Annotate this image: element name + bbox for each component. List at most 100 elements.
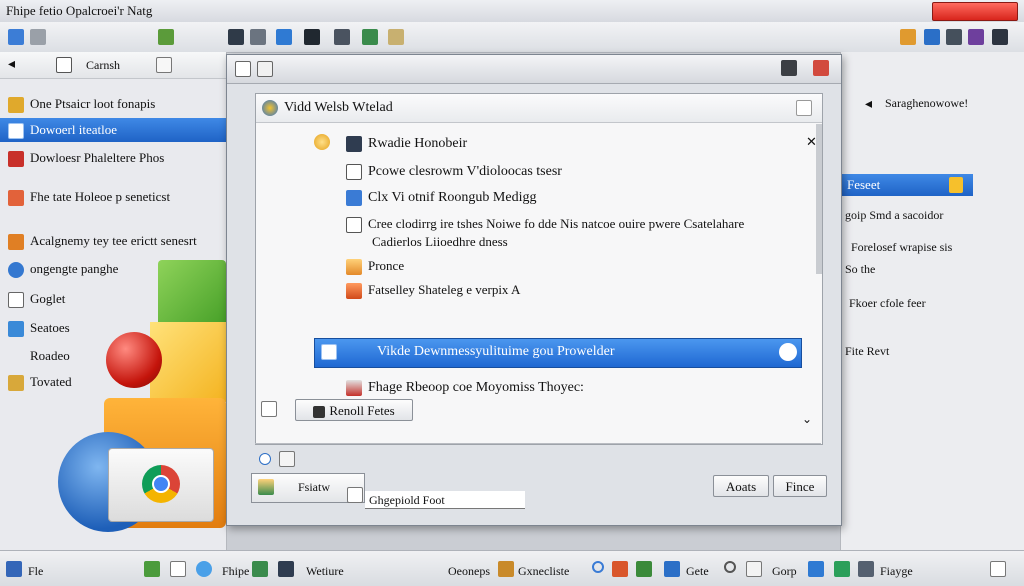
collapse-icon[interactable]: ◂ (865, 96, 872, 113)
right-pane-item-6[interactable]: Fite Revt (845, 344, 889, 359)
sidebar-item-label: Acalgnemy tey tee erictt senesrt (30, 233, 197, 248)
clock-icon[interactable] (724, 561, 736, 573)
right-pane-item-2[interactable]: goip Smd a sacoidor (845, 208, 943, 223)
taskbar-item-0[interactable]: Fhipe (222, 564, 249, 579)
taskbar-item-2[interactable]: Oeoneps (448, 564, 490, 579)
image-icon[interactable] (252, 561, 268, 577)
help-icon[interactable] (796, 100, 812, 116)
wizard-row-8[interactable]: Fhage Rbeoop coe Moyomiss Thoyec: (346, 380, 584, 396)
note-icon[interactable] (388, 29, 404, 45)
refresh-icon[interactable] (158, 29, 174, 45)
pen-icon[interactable] (498, 561, 514, 577)
power-icon[interactable] (992, 29, 1008, 45)
download-icon (321, 344, 337, 360)
row-label: Fhage Rbeoop coe Moyomiss Thoyec: (368, 380, 584, 396)
wizard-header: Vidd Welsb Wtelad (256, 94, 822, 123)
sidebar-item-3[interactable]: Fhe tate Holeoe p seneticst (0, 185, 226, 209)
document-icon[interactable] (990, 561, 1006, 577)
browse-icon[interactable] (347, 487, 363, 503)
chart-icon (8, 234, 24, 251)
document-icon (8, 292, 24, 309)
sidebar-item-4[interactable]: Acalgnemy tey tee erictt senesrt (0, 229, 226, 253)
spreadsheet-icon[interactable] (834, 561, 850, 577)
circle-icon[interactable] (592, 561, 604, 573)
folder-icon (346, 283, 362, 300)
back-icon[interactable]: ◂ (8, 56, 15, 73)
sidebar-toolbar: ◂ Carnsh (0, 52, 226, 79)
dialog-title-bar (227, 55, 841, 84)
settings-icon[interactable] (946, 29, 962, 45)
sidebar-item-label: Tovated (30, 374, 72, 389)
wizard-row-7[interactable]: Vikde Dewnmessyulituime gou Prowelder (314, 338, 802, 368)
row-label: Rwadie Honobeir (368, 136, 468, 152)
search-icon[interactable] (779, 343, 797, 361)
rename-files-button[interactable]: Renoll Fetes (295, 399, 413, 421)
taskbar-item-6[interactable]: Fiayge (880, 564, 913, 579)
browser-card-graphic (108, 448, 214, 522)
blank-icon (8, 349, 24, 365)
wizard-row-0[interactable]: Rwadie Honobeir (346, 136, 467, 152)
user-icon[interactable] (924, 29, 940, 45)
close-icon[interactable] (813, 60, 829, 76)
document-icon (346, 217, 362, 234)
profile-icon[interactable] (968, 29, 984, 45)
document-icon[interactable] (170, 561, 186, 577)
page-icon[interactable] (56, 57, 72, 73)
folder-icon[interactable] (30, 29, 46, 45)
start-label[interactable]: Fle (28, 564, 43, 579)
close-button[interactable] (932, 2, 1018, 21)
close-x-icon[interactable]: ✕ (806, 134, 817, 150)
folder-icon (346, 259, 362, 276)
right-pane-item-3[interactable]: Forelosef wrapise sis (851, 240, 952, 255)
document-icon[interactable] (250, 29, 266, 45)
windows-icon[interactable] (664, 561, 680, 577)
chevron-down-icon[interactable]: ⌄ (802, 412, 812, 427)
path-field[interactable]: Ghgepiold Foot (365, 491, 525, 509)
right-pane-item-5[interactable]: Fkoer cfole feer (849, 296, 926, 311)
start-icon[interactable] (6, 561, 22, 577)
radio-icon[interactable] (259, 453, 271, 465)
cloud-icon[interactable] (196, 561, 212, 577)
taskbar-item-4[interactable]: Gete (686, 564, 709, 579)
media-icon[interactable] (304, 29, 320, 45)
taskbar-item-3[interactable]: Gxnecliste (518, 564, 569, 579)
window-icon[interactable] (746, 561, 762, 577)
settings-icon (8, 321, 24, 338)
wizard-row-6[interactable]: Fatselley Shateleg e verpix A (346, 282, 520, 300)
right-pane: ◂ Saraghenowowe! Feseet goip Smd a sacoi… (840, 52, 1024, 550)
sidebar-item-1[interactable]: Dowoerl iteatloe (0, 118, 226, 142)
bookmark-icon[interactable] (156, 57, 172, 73)
cancel-button[interactable]: Aoats (713, 475, 769, 497)
toolbar-label: Carnsh (86, 58, 120, 72)
sidebar-item-0[interactable]: One Ptsaicr loot fonapis (0, 92, 226, 116)
sidebar-item-2[interactable]: Dowloesr Phaleltere Phos (0, 146, 226, 170)
image-icon[interactable] (362, 29, 378, 45)
app-icon[interactable] (144, 561, 160, 577)
finish-button[interactable]: Fince (773, 475, 827, 497)
network-icon[interactable] (276, 29, 292, 45)
taskbar-item-5[interactable]: Gorp (772, 564, 797, 579)
right-pane-item-4[interactable]: So the (845, 262, 875, 277)
right-pane-item-0[interactable]: Saraghenowowe! (885, 96, 968, 111)
network-icon[interactable] (808, 561, 824, 577)
list-icon[interactable] (261, 401, 277, 417)
monitor-icon[interactable] (278, 561, 294, 577)
minimize-icon[interactable] (781, 60, 797, 76)
wizard-row-3[interactable]: Cree clodirrg ire tshes Noiwe fo dde Nis… (346, 216, 744, 234)
wizard-row-5[interactable]: Pronce (346, 258, 404, 276)
chart-icon[interactable] (612, 561, 628, 577)
app-icon[interactable] (8, 29, 24, 45)
wizard-row-2[interactable]: Clx Vi otnif Roongub Medigg (346, 190, 536, 206)
mail-icon[interactable] (858, 561, 874, 577)
info-icon (314, 134, 330, 150)
keyboard-icon[interactable] (334, 29, 350, 45)
right-pane-item-1[interactable]: Feseet (841, 174, 973, 196)
star-icon (8, 375, 24, 392)
sidebar-item-label: One Ptsaicr loot fonapis (30, 96, 156, 111)
options-icon[interactable] (279, 451, 295, 467)
wizard-row-1[interactable]: Pcowe clesrowm V'dioloocas tsesr (346, 164, 562, 180)
monitor-icon[interactable] (228, 29, 244, 45)
bell-icon[interactable] (900, 29, 916, 45)
taskbar-item-1[interactable]: Wetiure (306, 564, 344, 579)
table-icon[interactable] (636, 561, 652, 577)
